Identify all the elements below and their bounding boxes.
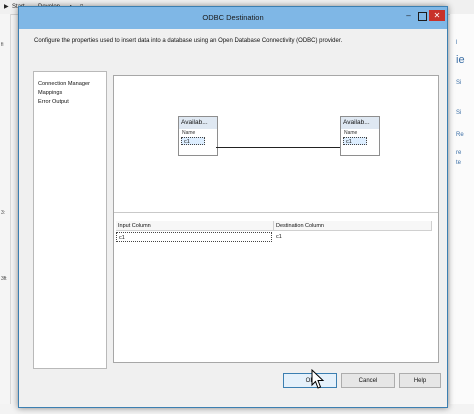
background-right-text: ie xyxy=(456,54,465,66)
mapping-grid: Input Column Destination Column c1 c1 xyxy=(116,221,434,245)
mouse-pointer-icon xyxy=(311,369,325,389)
nav-item-connection-manager[interactable]: Connection Manager xyxy=(38,81,90,87)
mapping-diagram: Availab... Name c1 Availab... Name c1 xyxy=(114,76,438,213)
background-left-text: 3: xyxy=(1,210,6,216)
cancel-button[interactable]: Cancel xyxy=(341,373,395,388)
help-button[interactable]: Help xyxy=(399,373,441,388)
grid-cell-destination[interactable]: c1 xyxy=(274,232,430,242)
background-right-text: l xyxy=(456,40,458,46)
background-left-text: fi xyxy=(1,42,4,48)
source-table-header: Availab... xyxy=(179,117,217,129)
nav-item-error-output[interactable]: Error Output xyxy=(38,99,69,105)
minimize-button[interactable]: – xyxy=(403,10,414,21)
grid-header-input-column[interactable]: Input Column xyxy=(116,221,274,231)
destination-name-label: Name xyxy=(344,130,358,136)
maximize-button[interactable] xyxy=(418,12,427,21)
mappings-panel: Availab... Name c1 Availab... Name c1 In… xyxy=(113,75,439,363)
nav-item-mappings[interactable]: Mappings xyxy=(38,90,62,96)
ok-button[interactable]: OK xyxy=(283,373,337,388)
mapping-line[interactable] xyxy=(216,147,340,148)
background-right-text: re xyxy=(456,150,462,156)
background-left-text: 3ft xyxy=(1,276,7,282)
destination-column-c1[interactable]: c1 xyxy=(343,137,367,145)
grid-cell-input[interactable]: c1 xyxy=(116,232,272,242)
dialog-titlebar[interactable]: ODBC Destination – ✕ xyxy=(19,7,447,29)
odbc-destination-dialog: ODBC Destination – ✕ Configure the prope… xyxy=(18,6,448,408)
background-right-text: Si xyxy=(456,110,462,116)
destination-table-header: Availab... xyxy=(341,117,379,129)
destination-columns-table[interactable]: Availab... Name c1 xyxy=(340,116,380,156)
play-icon: ▶ xyxy=(4,4,9,10)
close-button[interactable]: ✕ xyxy=(429,10,445,21)
grid-header-destination-column[interactable]: Destination Column xyxy=(274,221,432,231)
background-right-pane: l ie Si Si Re re te xyxy=(450,14,474,404)
dialog-description: Configure the properties used to insert … xyxy=(34,38,343,44)
background-right-text: te xyxy=(456,160,462,166)
source-column-c1[interactable]: c1 xyxy=(181,137,205,145)
dialog-title: ODBC Destination xyxy=(202,13,264,22)
source-columns-table[interactable]: Availab... Name c1 xyxy=(178,116,218,156)
source-name-label: Name xyxy=(182,130,196,136)
background-right-text: Re xyxy=(456,132,464,138)
background-right-text: Si xyxy=(456,80,462,86)
navigation-panel: Connection Manager Mappings Error Output xyxy=(33,71,107,369)
background-left-pane: fi 3: 3ft xyxy=(0,14,11,404)
